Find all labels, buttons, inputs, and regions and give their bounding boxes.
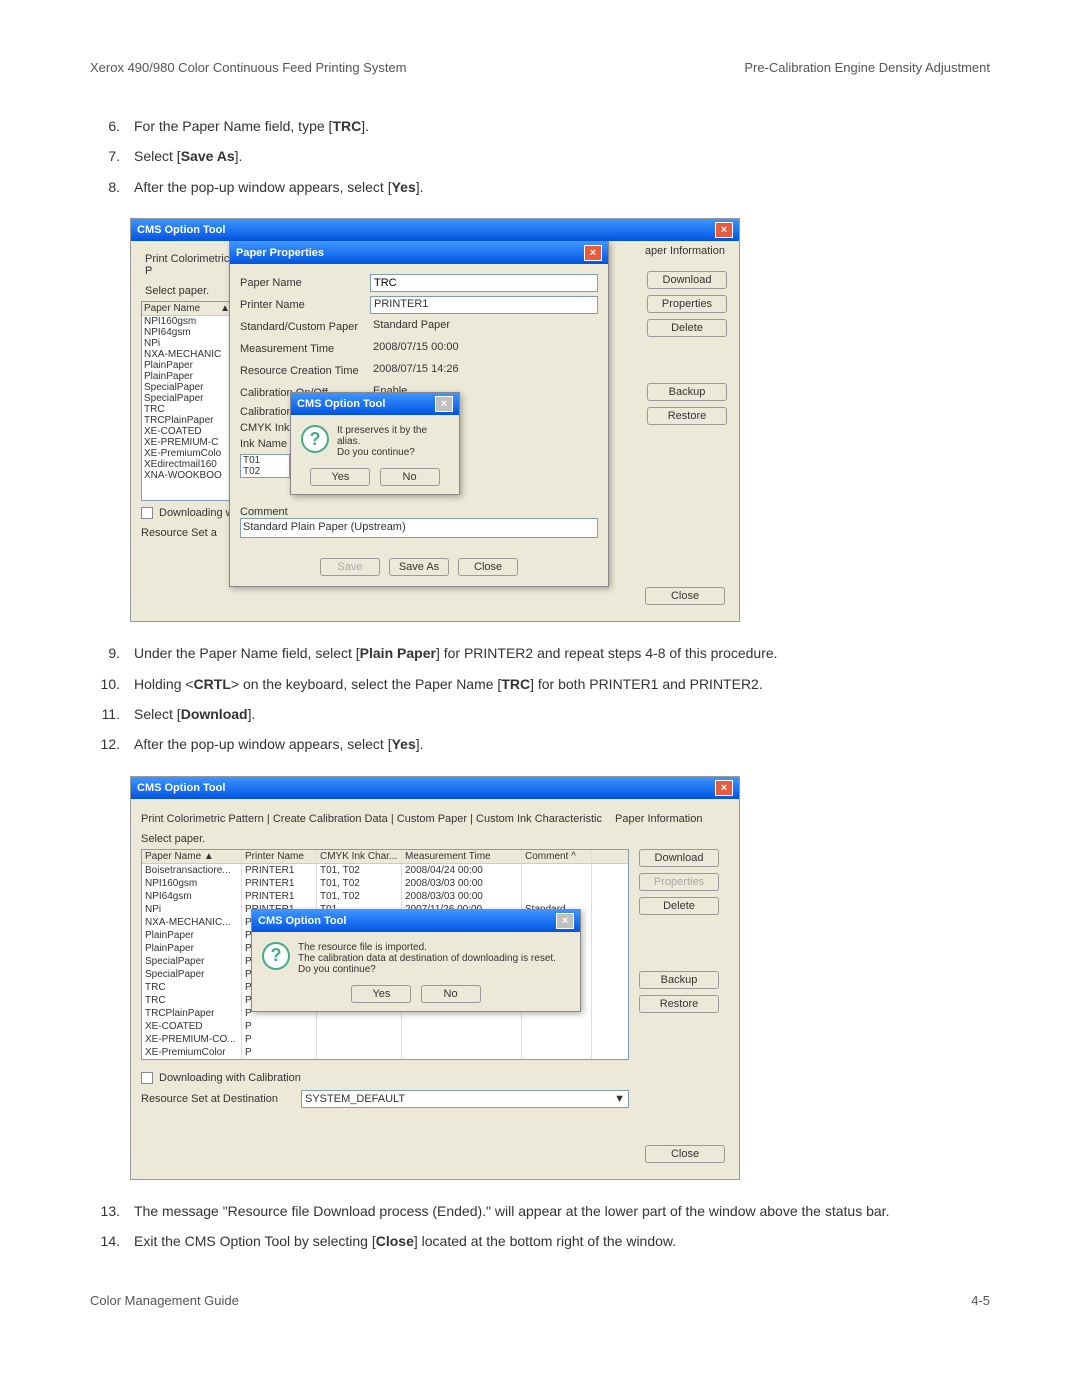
download-button[interactable]: Download bbox=[647, 271, 727, 289]
page-header: Xerox 490/980 Color Continuous Feed Prin… bbox=[90, 60, 990, 75]
comment-textarea[interactable]: Standard Plain Paper (Upstream) bbox=[240, 518, 598, 538]
list-item[interactable]: NPI64gsm bbox=[142, 327, 232, 338]
delete-button[interactable]: Delete bbox=[639, 897, 719, 915]
restore-button[interactable]: Restore bbox=[647, 407, 727, 425]
header-right: Pre-Calibration Engine Density Adjustmen… bbox=[744, 60, 990, 75]
page-footer: Color Management Guide 4-5 bbox=[90, 1293, 990, 1308]
table-row[interactable]: Boisetransactiore...PRINTER1T01, T022008… bbox=[142, 864, 628, 877]
downloading-checkbox[interactable] bbox=[141, 507, 153, 519]
list-item[interactable]: XE-COATED bbox=[142, 426, 232, 437]
steps-group-c: 13.The message "Resource file Download p… bbox=[90, 1200, 990, 1253]
screenshot-1: CMS Option Tool × Print Colorimetric P S… bbox=[130, 218, 740, 622]
list-item[interactable]: NPi bbox=[142, 338, 232, 349]
list-item[interactable]: TRC bbox=[142, 404, 232, 415]
paper-list[interactable]: Paper Name▲ NPI160gsmNPI64gsmNPiNXA-MECH… bbox=[141, 301, 233, 501]
save-button: Save bbox=[320, 558, 380, 576]
outer-titlebar: CMS Option Tool × bbox=[131, 219, 739, 241]
list-item[interactable]: SpecialPaper bbox=[142, 393, 232, 404]
paper-name-input[interactable] bbox=[370, 274, 598, 292]
restore-button[interactable]: Restore bbox=[639, 995, 719, 1013]
sort-arrow-icon[interactable]: ▲ bbox=[204, 851, 214, 862]
table-row[interactable]: XE-PremiumColorP bbox=[142, 1046, 628, 1059]
close-button[interactable]: Close bbox=[458, 558, 518, 576]
tab-colorimetric[interactable]: Print Colorimetric P bbox=[141, 251, 239, 277]
properties-button[interactable]: Properties bbox=[647, 295, 727, 313]
list-item[interactable]: TRCPlainPaper bbox=[142, 415, 232, 426]
resource-set-dropdown[interactable]: SYSTEM_DEFAULT▼ bbox=[301, 1090, 629, 1108]
close-icon[interactable]: × bbox=[584, 245, 602, 261]
list-item[interactable]: XE-PREMIUM-C bbox=[142, 437, 232, 448]
yes-button[interactable]: Yes bbox=[351, 985, 411, 1003]
close-button[interactable]: Close bbox=[645, 1145, 725, 1163]
list-item[interactable]: PlainPaper bbox=[142, 371, 232, 382]
close-button[interactable]: Close bbox=[645, 587, 725, 605]
tab-paper-info[interactable]: Paper Information bbox=[615, 813, 702, 825]
confirm-popup: CMS Option Tool× ? It preserves it by th… bbox=[290, 392, 460, 495]
list-item[interactable]: NXA-MECHANIC bbox=[142, 349, 232, 360]
table-row[interactable]: XE-COATEDP bbox=[142, 1020, 628, 1033]
header-left: Xerox 490/980 Color Continuous Feed Prin… bbox=[90, 60, 407, 75]
table-row[interactable]: NPI64gsmPRINTER1T01, T022008/03/03 00:00 bbox=[142, 890, 628, 903]
properties-button: Properties bbox=[639, 873, 719, 891]
download-button[interactable]: Download bbox=[639, 849, 719, 867]
confirm-popup: CMS Option Tool× ? The resource file is … bbox=[251, 909, 581, 1012]
no-button[interactable]: No bbox=[380, 468, 440, 486]
paper-properties-dialog: Paper Properties × Paper Name Printer Na… bbox=[229, 241, 609, 587]
downloading-checkbox[interactable] bbox=[141, 1072, 153, 1084]
tab-paper-info[interactable]: aper Information bbox=[645, 245, 725, 257]
table-row[interactable]: XE-PREMIUM-CO...P bbox=[142, 1033, 628, 1046]
screenshot-2: CMS Option Tool × Print Colorimetric Pat… bbox=[130, 776, 740, 1180]
close-icon[interactable]: × bbox=[435, 396, 453, 412]
steps-group-a: 6.For the Paper Name field, type [TRC]. … bbox=[90, 115, 990, 198]
chevron-down-icon[interactable]: ▼ bbox=[614, 1093, 625, 1105]
list-item[interactable]: XEdirectmail160 bbox=[142, 459, 232, 470]
titlebar: CMS Option Tool × bbox=[131, 777, 739, 799]
save-as-button[interactable]: Save As bbox=[389, 558, 449, 576]
no-button[interactable]: No bbox=[421, 985, 481, 1003]
list-item[interactable]: NPI160gsm bbox=[142, 316, 232, 327]
list-item[interactable]: XE-PremiumColo bbox=[142, 448, 232, 459]
question-icon: ? bbox=[262, 942, 290, 970]
yes-button[interactable]: Yes bbox=[310, 468, 370, 486]
list-item[interactable]: PlainPaper bbox=[142, 360, 232, 371]
backup-button[interactable]: Backup bbox=[639, 971, 719, 989]
list-item[interactable]: SpecialPaper bbox=[142, 382, 232, 393]
table-row[interactable]: NPI160gsmPRINTER1T01, T022008/03/03 00:0… bbox=[142, 877, 628, 890]
close-icon[interactable]: × bbox=[715, 780, 733, 796]
close-icon[interactable]: × bbox=[715, 222, 733, 238]
close-icon[interactable]: × bbox=[556, 913, 574, 929]
question-icon: ? bbox=[301, 425, 329, 453]
steps-group-b: 9.Under the Paper Name field, select [Pl… bbox=[90, 642, 990, 756]
tabs-strip[interactable]: Print Colorimetric Pattern | Create Cali… bbox=[141, 813, 602, 825]
ink-list[interactable]: T01 T02 bbox=[240, 454, 290, 478]
backup-button[interactable]: Backup bbox=[647, 383, 727, 401]
list-item[interactable]: XNA-WOOKBOO bbox=[142, 470, 232, 481]
delete-button[interactable]: Delete bbox=[647, 319, 727, 337]
